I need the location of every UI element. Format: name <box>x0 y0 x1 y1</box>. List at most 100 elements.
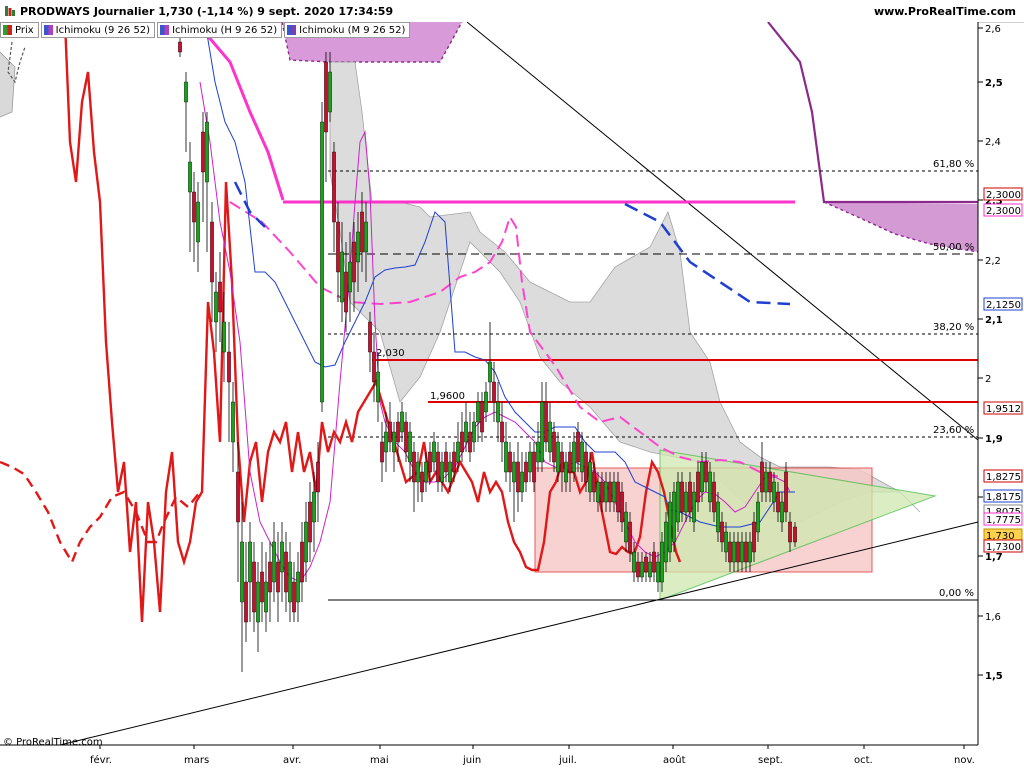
hline-label-2030: 2,030 <box>376 348 405 359</box>
candle-body <box>716 501 720 533</box>
candle-body <box>284 551 288 593</box>
candle-body <box>604 481 608 503</box>
candle-body <box>380 441 384 463</box>
candle-body <box>210 221 214 283</box>
candle-body <box>412 451 416 483</box>
price-chart[interactable]: 61,80 % 50,00 % 38,20 % 23,60 % 0,00 % 2,030 1… <box>0 22 1024 768</box>
candle-body <box>420 471 424 493</box>
x-tick-label: oct. <box>854 755 873 766</box>
candle-body <box>376 371 380 403</box>
candle-body <box>764 471 768 493</box>
site-link[interactable]: www.ProRealTime.com <box>874 5 1016 18</box>
candle-body <box>468 431 472 453</box>
x-tick-label: mars <box>184 755 209 766</box>
candle-body <box>248 541 252 583</box>
candle-body <box>440 461 444 483</box>
candle-body <box>600 481 604 503</box>
candle-body <box>712 481 716 513</box>
x-tick-label: juil. <box>558 755 577 766</box>
candle-body <box>276 561 280 593</box>
candle-body <box>728 541 732 563</box>
candle-body <box>328 71 332 113</box>
candle-body <box>592 471 596 493</box>
candle-body <box>793 526 797 543</box>
candle-body <box>556 441 560 473</box>
legend-item-ichimoku[interactable]: Ichimoku (9 26 52) <box>40 22 156 38</box>
candle-body <box>740 541 744 563</box>
candle-body <box>456 441 460 463</box>
candle-body <box>768 471 772 493</box>
candle-body <box>684 491 688 513</box>
candle-body <box>348 261 352 293</box>
legend-item-ichimoku-h[interactable]: Ichimoku (H 9 26 52) <box>157 22 283 38</box>
candle-body <box>368 321 372 353</box>
candle-body <box>444 451 448 473</box>
legend-item-ichimoku-m[interactable]: Ichimoku (M 9 26 52) <box>284 22 411 38</box>
x-tick-label: avr. <box>283 755 301 766</box>
candle-body <box>436 451 440 483</box>
x-tick-label: mai <box>370 755 389 766</box>
candle-body <box>218 281 222 313</box>
candle-body <box>340 251 344 303</box>
candle-body <box>192 191 196 223</box>
candle-body <box>580 441 584 473</box>
candle-body <box>624 511 628 543</box>
candle-body <box>660 541 664 583</box>
candle-body <box>576 431 580 463</box>
price-tag-label: 2,3000 <box>986 206 1021 217</box>
candle-body <box>608 481 612 503</box>
legend-label: Prix <box>15 24 34 36</box>
candle-body <box>748 541 752 563</box>
candle-body <box>316 461 320 493</box>
candle-body <box>756 501 760 533</box>
candle-body <box>524 461 528 483</box>
legend-label: Ichimoku (9 26 52) <box>55 24 151 36</box>
y-tick-label: 1,6 <box>985 612 1001 623</box>
legend-item-prix[interactable]: Prix <box>0 22 39 38</box>
candle-body <box>588 461 592 493</box>
candle-body <box>364 221 368 253</box>
candle-body <box>724 531 728 553</box>
candle-body <box>752 521 756 553</box>
candle-body <box>732 541 736 563</box>
candle-body <box>476 401 480 423</box>
candle-body <box>214 291 218 323</box>
price-tag-label: 1,9512 <box>986 404 1021 415</box>
candle-body <box>384 431 388 453</box>
candle-body <box>196 201 200 243</box>
candle-body <box>404 421 408 453</box>
candle-body <box>268 561 272 593</box>
candle-body <box>356 231 360 263</box>
candle-body <box>612 481 616 503</box>
candle-body <box>672 491 676 543</box>
candle-body <box>520 471 524 493</box>
candle-body <box>700 461 704 493</box>
candle-body <box>784 471 788 513</box>
candle-body <box>400 411 404 433</box>
candle-body <box>648 561 652 578</box>
candle-body <box>464 421 468 443</box>
y-tick-label: 2,4 <box>985 137 1001 148</box>
fib-level-label: 23,60 % <box>933 425 974 436</box>
candle-body <box>596 481 600 503</box>
candle-body <box>572 441 576 473</box>
candle-body <box>708 471 712 503</box>
candle-body <box>696 471 700 503</box>
y-tick-label: 1,7 <box>985 552 1003 563</box>
candle-body <box>308 501 312 543</box>
candle-body <box>736 541 740 563</box>
candle-body <box>540 401 544 463</box>
candle-body <box>500 421 504 443</box>
candle-body <box>408 431 412 463</box>
ichimoku-m-swatch-icon <box>287 25 297 35</box>
candle-body <box>336 221 340 273</box>
candle-body <box>704 461 708 483</box>
candle-body <box>656 561 660 583</box>
candle-body <box>236 471 240 523</box>
candle-body <box>201 131 205 173</box>
candle-body <box>324 61 328 133</box>
hline-label-19600: 1,9600 <box>430 391 465 402</box>
candle-body <box>628 521 632 553</box>
candle-body <box>360 211 364 253</box>
candle-body <box>528 451 532 473</box>
